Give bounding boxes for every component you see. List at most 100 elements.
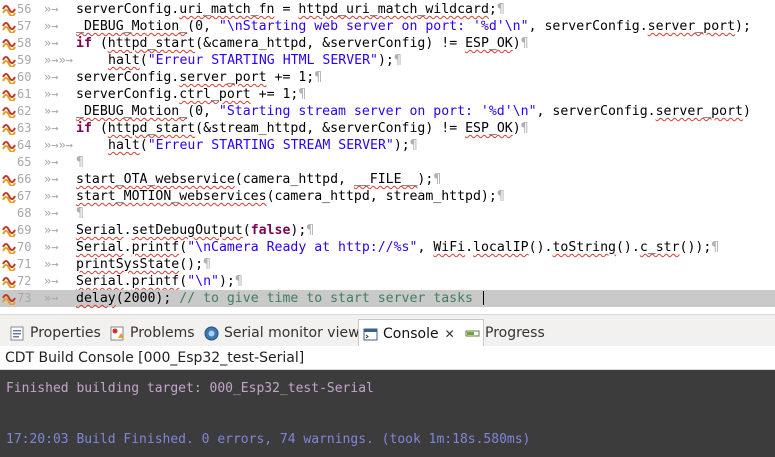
tab-console-label: Console — [383, 326, 439, 342]
warning-marker-icon[interactable] — [2, 173, 16, 186]
code-text: _DEBUG_Motion_(0, "\nStarting web server… — [76, 19, 751, 34]
indent-marker: »→ — [44, 257, 59, 271]
line-number: 72 — [17, 274, 32, 288]
code-line[interactable]: 60 »→ serverConfig.server_port += 1;¶ — [0, 69, 775, 86]
indent-marker: »→ — [44, 172, 59, 186]
line-number: 57 — [17, 19, 32, 33]
tab-progress[interactable]: Progress — [461, 319, 545, 347]
indent-marker: »→ — [44, 36, 59, 50]
code-line[interactable]: 70 »→ Serial.printf("\nCamera Ready at htt… — [0, 239, 775, 256]
line-number: 60 — [17, 70, 32, 84]
warning-marker-icon[interactable] — [2, 292, 16, 305]
tab-progress-label: Progress — [485, 325, 545, 341]
warning-marker-icon[interactable] — [2, 20, 16, 33]
line-number: 67 — [17, 189, 32, 203]
text-caret — [482, 291, 484, 305]
line-number: 68 — [17, 206, 32, 220]
code-line[interactable]: 65 »→ ¶ — [0, 154, 775, 171]
warning-marker-icon[interactable] — [2, 224, 16, 237]
console-output[interactable]: Finished building target: 000_Esp32_test… — [0, 370, 775, 457]
view-tab-bar: Properties Problems Serial monitor view … — [0, 314, 775, 348]
code-line[interactable]: 67 »→ start_MOTION_webservices(camera_http… — [0, 188, 775, 205]
code-text: ¶ — [76, 206, 84, 221]
line-number: 71 — [17, 257, 32, 271]
warning-marker-icon[interactable] — [2, 3, 16, 16]
warning-marker-icon[interactable] — [2, 258, 16, 271]
warning-marker-icon[interactable] — [2, 122, 16, 135]
tab-properties[interactable]: Properties — [6, 319, 101, 347]
warning-marker-icon[interactable] — [2, 71, 16, 84]
code-line[interactable]: 68 »→ ¶ — [0, 205, 775, 222]
code-text: if (httpd_start(&stream_httpd, &serverCo… — [76, 121, 529, 136]
indent-marker: »→ — [44, 274, 59, 288]
code-line[interactable]: 57 »→ _DEBUG_Motion_(0, "\nStarting web se… — [0, 18, 775, 35]
code-line[interactable]: 72 »→ Serial.printf("\n");¶ — [0, 273, 775, 290]
code-text: serverConfig.ctrl_port += 1;¶ — [76, 87, 307, 102]
line-number: 62 — [17, 104, 32, 118]
code-line[interactable]: 61 »→ serverConfig.ctrl_port += 1;¶ — [0, 86, 775, 103]
console-title: CDT Build Console [000_Esp32_test-Serial… — [0, 346, 775, 370]
line-number: 65 — [17, 155, 32, 169]
line-number: 73 — [17, 291, 32, 305]
code-line[interactable]: 63 »→ if (httpd_start(&stream_httpd, &serv… — [0, 120, 775, 137]
tab-problems-label: Problems — [130, 325, 195, 341]
indent-marker: »→ — [44, 240, 59, 254]
code-line[interactable]: 62 »→ _DEBUG_Motion_(0, "Starting stream s… — [0, 103, 775, 120]
indent-marker: »→ — [44, 121, 59, 135]
code-editor[interactable]: 56 »→ serverConfig.uri_match_fn = httpd_ur… — [0, 0, 775, 314]
console-icon — [363, 328, 378, 341]
code-text: ¶ — [76, 155, 84, 170]
code-text: if (httpd_start(&camera_httpd, &serverCo… — [76, 36, 529, 51]
indent-marker: »→ — [44, 291, 59, 305]
code-line[interactable]: 56 »→ serverConfig.uri_match_fn = httpd_ur… — [0, 1, 775, 18]
code-text: _DEBUG_Motion_(0, "Starting stream serve… — [76, 104, 751, 119]
code-text: halt("Erreur STARTING HTML SERVER");¶ — [108, 53, 402, 68]
console-line-finished: Finished building target: 000_Esp32_test… — [6, 381, 374, 396]
indent-marker: »→»→ — [44, 53, 73, 67]
code-text: Serial.printf("\nCamera Ready at http://… — [76, 240, 720, 255]
indent-marker: »→ — [44, 189, 59, 203]
line-number: 56 — [17, 2, 32, 16]
line-number: 61 — [17, 87, 32, 101]
tab-properties-label: Properties — [30, 325, 101, 341]
close-icon[interactable]: ✕ — [445, 327, 455, 341]
line-number: 58 — [17, 36, 32, 50]
line-number: 66 — [17, 172, 32, 186]
code-line[interactable]: 73 »→ delay(2000); // to give time to star… — [0, 290, 775, 307]
code-text: start_MOTION_webservices(camera_httpd, s… — [76, 189, 505, 204]
indent-marker: »→ — [44, 19, 59, 33]
code-line[interactable]: 71 »→ printSysState();¶ — [0, 256, 775, 273]
tab-problems[interactable]: Problems — [106, 319, 195, 347]
code-line[interactable]: 59 »→»→ halt("Erreur STARTING HTML SERVER"… — [0, 52, 775, 69]
indent-marker: »→ — [44, 155, 59, 169]
code-line[interactable]: 66 »→ start_OTA_webservice(camera_httpd, _… — [0, 171, 775, 188]
warning-marker-icon[interactable] — [2, 54, 16, 67]
line-number: 63 — [17, 121, 32, 135]
indent-marker: »→ — [44, 87, 59, 101]
warning-marker-icon[interactable] — [2, 275, 16, 288]
progress-icon — [465, 330, 480, 337]
indent-marker: »→ — [44, 2, 59, 16]
code-line[interactable]: 64 »→»→ halt("Erreur STARTING STREAM SERVE… — [0, 137, 775, 154]
warning-marker-icon[interactable] — [2, 139, 16, 152]
code-text: serverConfig.uri_match_fn = httpd_uri_ma… — [76, 2, 505, 17]
warning-marker-icon[interactable] — [2, 105, 16, 118]
tab-serial-monitor-view-label: Serial monitor view — [224, 325, 360, 341]
code-line[interactable]: 58 »→ if (httpd_start(&camera_httpd, &serv… — [0, 35, 775, 52]
tab-serial-monitor-view[interactable]: Serial monitor view — [200, 319, 360, 347]
warning-marker-icon[interactable] — [2, 241, 16, 254]
warning-marker-icon[interactable] — [2, 37, 16, 50]
properties-icon — [10, 326, 24, 341]
code-line[interactable]: 69 »→ Serial.setDebugOutput(false);¶ — [0, 222, 775, 239]
line-number: 59 — [17, 53, 32, 67]
code-text: Serial.printf("\n");¶ — [76, 274, 243, 289]
code-text: delay(2000); // to give time to start se… — [76, 290, 484, 307]
indent-marker: »→ — [44, 223, 59, 237]
indent-marker: »→ — [44, 206, 59, 220]
indent-marker: »→»→ — [44, 138, 73, 152]
warning-marker-icon[interactable] — [2, 88, 16, 101]
problems-icon — [110, 326, 124, 341]
warning-marker-icon[interactable] — [2, 190, 16, 203]
code-text: Serial.setDebugOutput(false);¶ — [76, 223, 315, 238]
console-line-build-finished: 17:20:03 Build Finished. 0 errors, 74 wa… — [6, 432, 531, 447]
